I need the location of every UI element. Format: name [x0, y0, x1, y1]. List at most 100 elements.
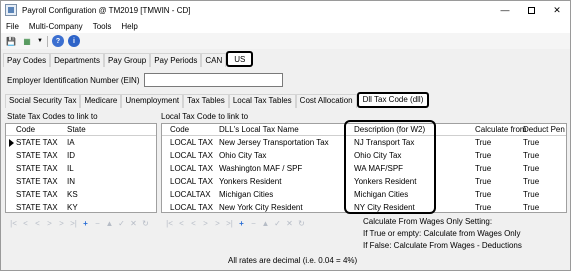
- edit-record-icon[interactable]: ▲: [105, 219, 114, 229]
- state-col-state[interactable]: State: [67, 125, 86, 134]
- first-record-icon[interactable]: |<: [9, 219, 18, 229]
- local-col-calculate-from[interactable]: Calculate from: [475, 125, 527, 134]
- state-state-cell: KY: [67, 203, 78, 212]
- state-code-cell: STATE TAX: [16, 164, 58, 173]
- local-dll-name-cell: New York City Resident: [219, 203, 303, 212]
- table-row[interactable]: STATE TAX IN: [6, 175, 156, 188]
- cancel-edit-icon[interactable]: ✕: [285, 219, 294, 229]
- state-grid-navigator: |< < < > > >| + − ▲ ✓ ✕ ↻: [9, 217, 150, 231]
- local-dll-name-cell: Michigan Cities: [219, 190, 274, 199]
- state-tax-grid[interactable]: Code State STATE TAX IA STATE TAX ID STA…: [5, 123, 157, 213]
- menu-multi-company[interactable]: Multi-Company: [24, 22, 88, 31]
- local-dll-name-cell: Yonkers Resident: [219, 177, 282, 186]
- calc-note-false: If False: Calculate From Wages - Deducti…: [363, 241, 522, 250]
- minimize-button[interactable]: —: [492, 1, 518, 19]
- table-row[interactable]: STATE TAX IA: [6, 136, 156, 149]
- refresh-icon[interactable]: ↻: [297, 219, 306, 229]
- local-deduct-cell[interactable]: True: [523, 164, 539, 173]
- local-calculate-cell[interactable]: True: [475, 151, 491, 160]
- table-row[interactable]: STATE TAX IL: [6, 162, 156, 175]
- subtab-local-tax-tables[interactable]: Local Tax Tables: [228, 94, 296, 108]
- last-record-icon[interactable]: >|: [225, 219, 234, 229]
- state-state-cell: IL: [67, 164, 74, 173]
- subtab-cost-allocation[interactable]: Cost Allocation: [295, 94, 357, 108]
- info-icon[interactable]: i: [67, 35, 80, 47]
- maximize-button[interactable]: [518, 1, 544, 19]
- local-calculate-cell[interactable]: True: [475, 164, 491, 173]
- tab-pay-group[interactable]: Pay Group: [103, 53, 151, 67]
- local-panel-title: Local Tax Code to link to: [161, 112, 249, 121]
- current-row-indicator-icon: [9, 139, 14, 147]
- insert-record-icon[interactable]: +: [81, 219, 90, 229]
- ein-input[interactable]: [143, 73, 283, 87]
- help-icon[interactable]: ?: [51, 35, 64, 47]
- toolbar: 💾 ▦ ▼ ? i: [1, 33, 570, 49]
- subtab-social-security-tax[interactable]: Social Security Tax: [5, 94, 81, 108]
- tab-pay-periods[interactable]: Pay Periods: [150, 53, 202, 67]
- tab-us[interactable]: US: [226, 51, 254, 67]
- prior-record-icon[interactable]: <: [189, 219, 198, 229]
- next-page-icon[interactable]: >: [57, 219, 66, 229]
- state-col-code[interactable]: Code: [16, 125, 35, 134]
- menu-tools[interactable]: Tools: [88, 22, 117, 31]
- local-code-cell: LOCAL TAX: [170, 164, 213, 173]
- title-bar[interactable]: Payroll Configuration @ TM2019 [TMWIN - …: [1, 1, 570, 19]
- state-panel-title: State Tax Codes to link to: [7, 112, 98, 121]
- local-code-cell: LOCAL TAX: [170, 138, 213, 147]
- local-deduct-cell[interactable]: True: [523, 203, 539, 212]
- dropdown-icon[interactable]: ▼: [37, 38, 43, 44]
- prior-page-icon[interactable]: <: [21, 219, 30, 229]
- local-deduct-cell[interactable]: True: [523, 190, 539, 199]
- insert-record-icon[interactable]: +: [237, 219, 246, 229]
- main-tabs: Pay Codes Departments Pay Group Pay Peri…: [3, 50, 254, 67]
- local-code-cell: LOCAL TAX: [170, 151, 213, 160]
- local-deduct-cell[interactable]: True: [523, 151, 539, 160]
- table-row[interactable]: STATE TAX ID: [6, 149, 156, 162]
- last-record-icon[interactable]: >|: [69, 219, 78, 229]
- tab-departments[interactable]: Departments: [50, 53, 104, 67]
- menu-help[interactable]: Help: [116, 22, 142, 31]
- description-column-highlight: [344, 120, 436, 214]
- local-col-deduct-pen[interactable]: Deduct Pen: [523, 125, 565, 134]
- menu-file[interactable]: File: [1, 22, 24, 31]
- subtab-medicare[interactable]: Medicare: [80, 94, 122, 108]
- local-calculate-cell[interactable]: True: [475, 177, 491, 186]
- save-icon[interactable]: 💾: [5, 35, 17, 47]
- table-row[interactable]: STATE TAX KY: [6, 201, 156, 212]
- table-row[interactable]: STATE TAX KS: [6, 188, 156, 201]
- post-edit-icon[interactable]: ✓: [117, 219, 126, 229]
- close-button[interactable]: ✕: [544, 1, 570, 19]
- cancel-edit-icon[interactable]: ✕: [129, 219, 138, 229]
- prior-page-icon[interactable]: <: [177, 219, 186, 229]
- next-record-icon[interactable]: >: [45, 219, 54, 229]
- prior-record-icon[interactable]: <: [33, 219, 42, 229]
- tab-can[interactable]: CAN: [201, 53, 227, 67]
- local-grid-navigator: |< < < > > >| + − ▲ ✓ ✕ ↻: [165, 217, 306, 231]
- edit-record-icon[interactable]: ▲: [261, 219, 270, 229]
- subtab-tax-tables[interactable]: Tax Tables: [183, 94, 229, 108]
- next-record-icon[interactable]: >: [201, 219, 210, 229]
- subtab-unemployment[interactable]: Unemployment: [121, 94, 184, 108]
- tab-pay-codes[interactable]: Pay Codes: [3, 53, 51, 67]
- local-deduct-cell[interactable]: True: [523, 177, 539, 186]
- refresh-icon[interactable]: ↻: [141, 219, 150, 229]
- local-deduct-cell[interactable]: True: [523, 138, 539, 147]
- post-edit-icon[interactable]: ✓: [273, 219, 282, 229]
- local-calculate-cell[interactable]: True: [475, 203, 491, 212]
- grid-icon[interactable]: ▦: [21, 35, 33, 47]
- menu-bar: File Multi-Company Tools Help: [1, 19, 570, 33]
- local-col-dll-name[interactable]: DLL's Local Tax Name: [219, 125, 299, 134]
- state-code-cell: STATE TAX: [16, 177, 58, 186]
- state-state-cell: ID: [67, 151, 75, 160]
- delete-record-icon[interactable]: −: [93, 219, 102, 229]
- local-calculate-cell[interactable]: True: [475, 190, 491, 199]
- delete-record-icon[interactable]: −: [249, 219, 258, 229]
- state-code-cell: STATE TAX: [16, 151, 58, 160]
- local-col-code[interactable]: Code: [170, 125, 189, 134]
- next-page-icon[interactable]: >: [213, 219, 222, 229]
- local-code-cell: LOCAL TAX: [170, 203, 213, 212]
- local-dll-name-cell: New Jersey Transportation Tax: [219, 138, 329, 147]
- local-calculate-cell[interactable]: True: [475, 138, 491, 147]
- first-record-icon[interactable]: |<: [165, 219, 174, 229]
- subtab-dll-tax-code[interactable]: Dll Tax Code (dll): [356, 92, 430, 108]
